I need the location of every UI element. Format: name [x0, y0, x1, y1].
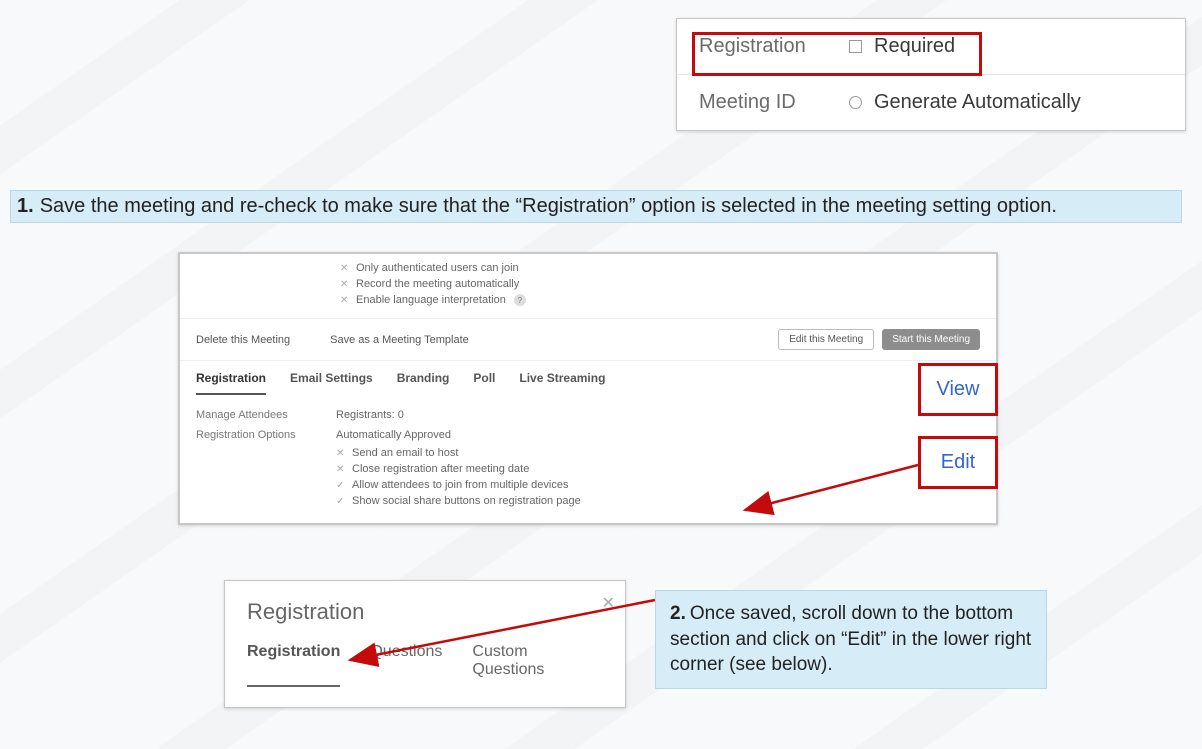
approval-value: Automatically Approved: [336, 429, 451, 441]
option-authenticated-users: ✕ Only authenticated users can join: [340, 260, 996, 276]
option-text: Enable language interpretation: [356, 294, 506, 306]
flag-close-registration: ✕ Close registration after meeting date: [336, 461, 980, 477]
tab-registration[interactable]: Registration: [196, 371, 266, 395]
option-text: Record the meeting automatically: [356, 278, 519, 290]
check-icon: ✓: [336, 496, 346, 507]
option-record-automatically: ✕ Record the meeting automatically: [340, 276, 996, 292]
view-link[interactable]: View: [918, 363, 998, 416]
step-1-text: Save the meeting and re-check to make su…: [40, 195, 1057, 217]
delete-meeting-link[interactable]: Delete this Meeting: [196, 334, 290, 346]
registration-options-label: Registration Options: [196, 429, 336, 441]
flag-text: Send an email to host: [352, 447, 458, 459]
start-meeting-button[interactable]: Start this Meeting: [882, 329, 980, 350]
flag-social-share: ✓ Show social share buttons on registrati…: [336, 493, 980, 509]
modal-tabs: Registration Questions Custom Questions: [247, 643, 603, 687]
required-checkbox[interactable]: [849, 40, 862, 53]
meeting-tabs: Registration Email Settings Branding Pol…: [180, 360, 996, 395]
step-2-number: 2.: [670, 603, 686, 624]
info-icon[interactable]: ?: [514, 294, 526, 306]
tab-email-settings[interactable]: Email Settings: [290, 371, 373, 395]
x-icon: ✕: [336, 448, 346, 459]
step-2-text: Once saved, scroll down to the bottom se…: [670, 603, 1031, 675]
edit-meeting-button[interactable]: Edit this Meeting: [778, 329, 874, 350]
registration-label: Registration: [699, 35, 849, 58]
x-icon: ✕: [336, 464, 346, 475]
close-icon[interactable]: ✕: [602, 593, 615, 613]
meeting-action-row: Delete this Meeting Save as a Meeting Te…: [180, 318, 996, 360]
step-2-callout: 2.Once saved, scroll down to the bottom …: [655, 590, 1047, 689]
view-link-text: View: [937, 378, 980, 401]
flag-multi-device: ✓ Allow attendees to join from multiple d…: [336, 477, 980, 493]
registration-modal: ✕ Registration Registration Questions Cu…: [224, 580, 626, 708]
meeting-settings-panel: ✕ Only authenticated users can join ✕ Reco…: [178, 252, 998, 525]
step-1-callout: 1. Save the meeting and re-check to make …: [10, 190, 1182, 223]
modal-tab-questions[interactable]: Questions: [370, 643, 442, 687]
edit-link-text: Edit: [941, 451, 975, 474]
option-text: Only authenticated users can join: [356, 262, 519, 274]
modal-tab-registration[interactable]: Registration: [247, 643, 340, 687]
tab-branding[interactable]: Branding: [397, 371, 450, 395]
save-as-template-link[interactable]: Save as a Meeting Template: [330, 334, 469, 346]
flag-text: Close registration after meeting date: [352, 463, 529, 475]
meeting-id-row: Meeting ID Generate Automatically: [677, 74, 1185, 130]
flag-text: Allow attendees to join from multiple de…: [352, 479, 568, 491]
meeting-top-options: ✕ Only authenticated users can join ✕ Reco…: [180, 254, 996, 318]
meeting-id-label: Meeting ID: [699, 91, 849, 114]
generate-automatically-radio[interactable]: [849, 96, 862, 109]
check-icon: ✓: [336, 480, 346, 491]
required-label: Required: [874, 35, 955, 58]
registration-row: Registration Required: [677, 19, 1185, 74]
option-language-interpretation: ✕ Enable language interpretation?: [340, 292, 996, 308]
flag-text: Show social share buttons on registratio…: [352, 495, 581, 507]
registrants-count: Registrants: 0: [336, 409, 404, 421]
tab-live-streaming[interactable]: Live Streaming: [519, 371, 605, 395]
edit-link[interactable]: Edit: [918, 436, 998, 489]
modal-title: Registration: [247, 599, 603, 625]
modal-tab-custom-questions[interactable]: Custom Questions: [472, 643, 603, 687]
x-icon: ✕: [340, 279, 350, 290]
generate-automatically-label: Generate Automatically: [874, 91, 1081, 114]
x-icon: ✕: [340, 295, 350, 306]
flag-send-email: ✕ Send an email to host: [336, 445, 980, 461]
registration-details: Manage Attendees Registrants: 0 Registra…: [180, 395, 996, 523]
registration-settings-panel: Registration Required Meeting ID Generat…: [676, 18, 1186, 131]
manage-attendees-label: Manage Attendees: [196, 409, 336, 421]
tab-poll[interactable]: Poll: [473, 371, 495, 395]
x-icon: ✕: [340, 263, 350, 274]
step-1-number: 1.: [17, 195, 34, 217]
